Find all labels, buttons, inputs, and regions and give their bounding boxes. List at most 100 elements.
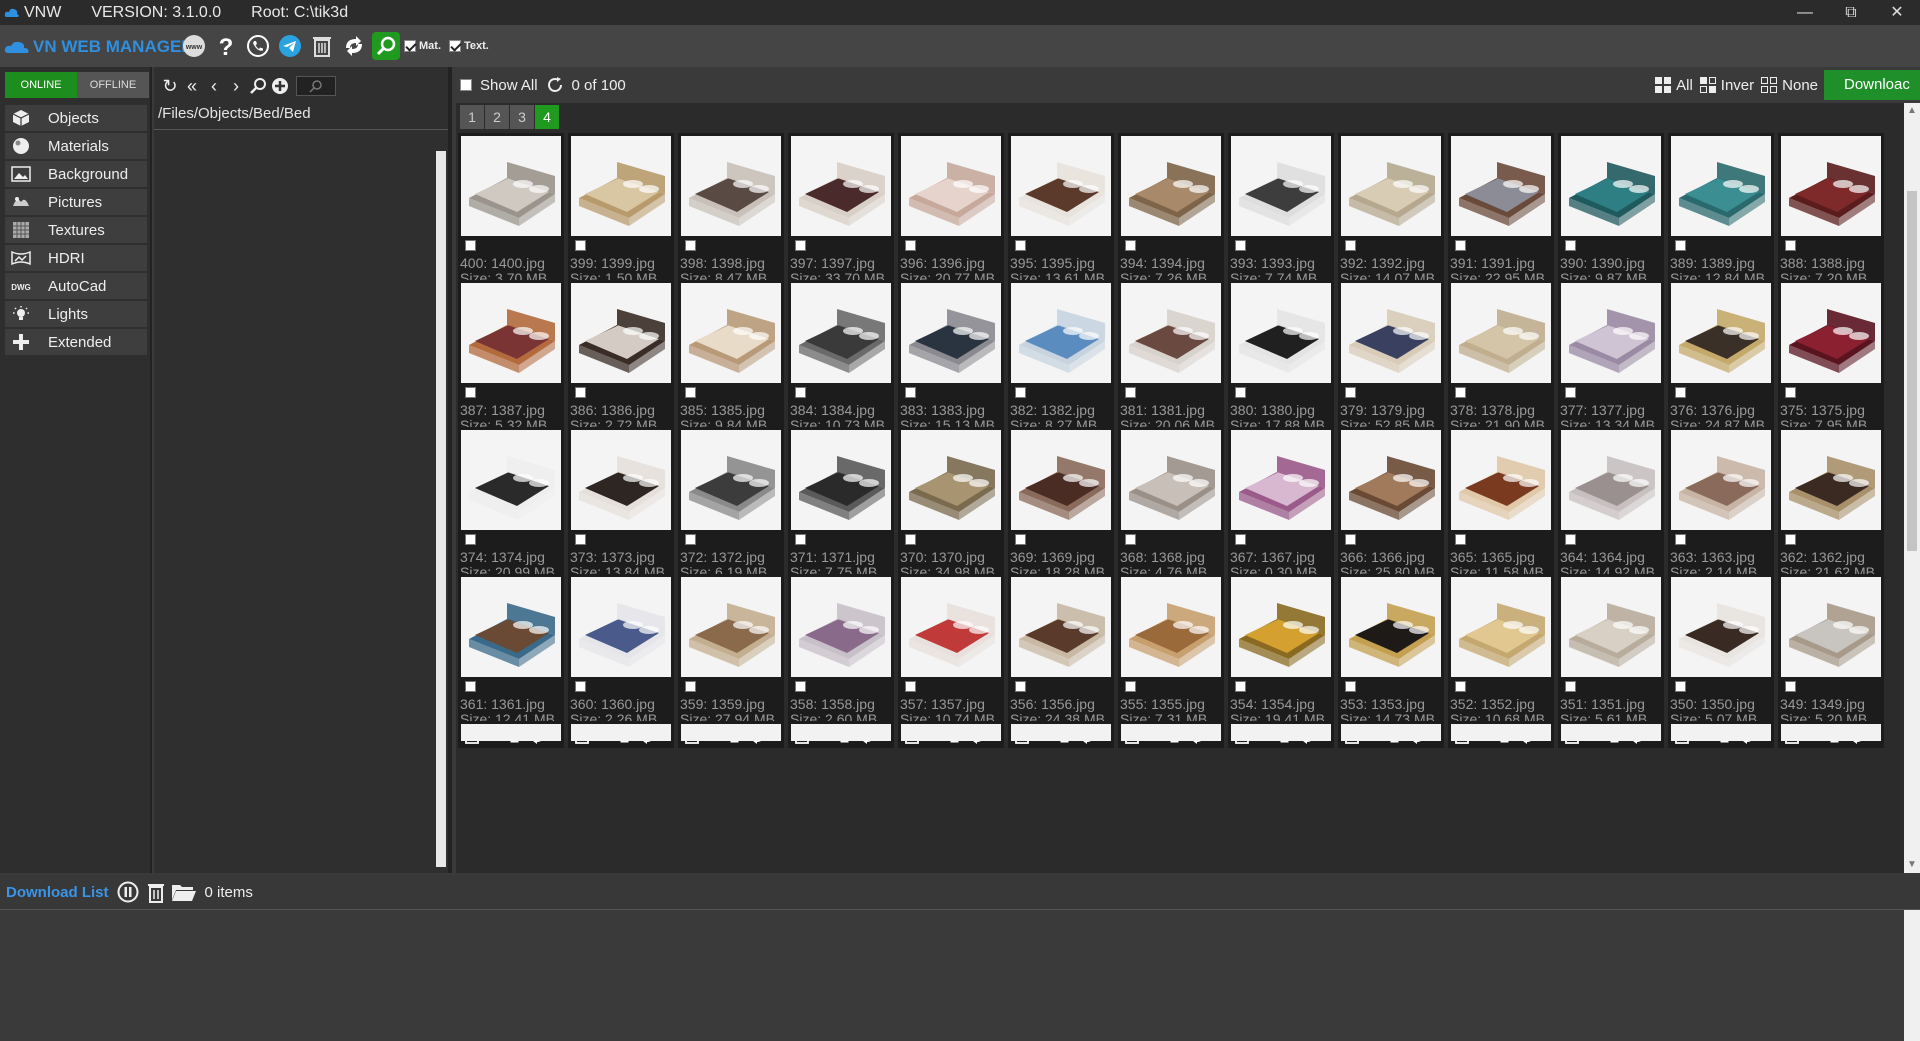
- search-icon[interactable]: [248, 75, 268, 97]
- asset-thumbnail[interactable]: [1011, 724, 1111, 741]
- asset-thumbnail[interactable]: [1671, 283, 1771, 383]
- asset-thumbnail[interactable]: [1451, 283, 1551, 383]
- asset-thumbnail[interactable]: [1121, 577, 1221, 677]
- asset-thumbnail[interactable]: [1231, 136, 1331, 236]
- asset-checkbox[interactable]: [1785, 534, 1796, 545]
- category-textures[interactable]: Textures: [5, 217, 147, 243]
- page-button[interactable]: 4: [535, 105, 559, 129]
- asset-checkbox[interactable]: [575, 534, 586, 545]
- restore-icon[interactable]: ⧉: [1828, 0, 1874, 25]
- asset-thumbnail[interactable]: [1781, 283, 1881, 383]
- asset-thumbnail[interactable]: [1781, 430, 1881, 530]
- asset-thumbnail[interactable]: [901, 283, 1001, 383]
- asset-checkbox[interactable]: [1015, 240, 1026, 251]
- asset-thumbnail[interactable]: [571, 577, 671, 677]
- category-materials[interactable]: Materials: [5, 133, 147, 159]
- path-scrollbar[interactable]: [436, 151, 446, 867]
- asset-tile-partial[interactable]: [1448, 721, 1554, 741]
- asset-thumbnail[interactable]: [1671, 430, 1771, 530]
- mat-checkbox[interactable]: [404, 40, 416, 52]
- asset-checkbox[interactable]: [1675, 387, 1686, 398]
- asset-thumbnail[interactable]: [461, 430, 561, 530]
- select-none-button[interactable]: None: [1760, 76, 1818, 94]
- category-pictures[interactable]: Pictures: [5, 189, 147, 215]
- close-icon[interactable]: ✕: [1874, 0, 1920, 25]
- asset-checkbox[interactable]: [1125, 534, 1136, 545]
- asset-tile-partial[interactable]: [678, 721, 784, 741]
- asset-tile-partial[interactable]: [898, 721, 1004, 741]
- asset-checkbox[interactable]: [905, 681, 916, 692]
- asset-thumbnail[interactable]: [1231, 724, 1331, 741]
- asset-thumbnail[interactable]: [571, 724, 671, 741]
- asset-thumbnail[interactable]: [1341, 430, 1441, 530]
- select-all-button[interactable]: All: [1654, 76, 1693, 94]
- asset-thumbnail[interactable]: [901, 724, 1001, 741]
- category-background[interactable]: Background: [5, 161, 147, 187]
- asset-thumbnail[interactable]: [1561, 577, 1661, 677]
- asset-thumbnail[interactable]: [901, 577, 1001, 677]
- asset-thumbnail[interactable]: [1121, 724, 1221, 741]
- show-all-toggle[interactable]: Show All: [460, 77, 538, 94]
- asset-thumbnail[interactable]: [1781, 724, 1881, 741]
- reload-icon[interactable]: [546, 76, 564, 94]
- asset-checkbox[interactable]: [1235, 534, 1246, 545]
- scroll-down-icon[interactable]: ▼: [1907, 859, 1917, 870]
- asset-tile-partial[interactable]: [1558, 721, 1664, 741]
- asset-thumbnail[interactable]: [461, 724, 561, 741]
- minimize-icon[interactable]: —: [1782, 0, 1828, 25]
- category-hdri[interactable]: HDRI: [5, 245, 147, 271]
- phone-icon[interactable]: [244, 32, 272, 60]
- grid-scrollbar[interactable]: ▲ ▼: [1904, 103, 1920, 873]
- asset-thumbnail[interactable]: [791, 430, 891, 530]
- asset-tile-partial[interactable]: [458, 721, 564, 741]
- show-all-checkbox[interactable]: [460, 79, 472, 91]
- asset-tile-partial[interactable]: [788, 721, 894, 741]
- help-icon[interactable]: ?: [212, 32, 240, 60]
- asset-checkbox[interactable]: [1235, 387, 1246, 398]
- asset-thumbnail[interactable]: [1231, 283, 1331, 383]
- path-search-input[interactable]: [296, 76, 336, 96]
- double-back-icon[interactable]: «: [182, 75, 202, 97]
- asset-checkbox[interactable]: [1235, 240, 1246, 251]
- asset-thumbnail[interactable]: [1231, 577, 1331, 677]
- asset-thumbnail[interactable]: [1011, 136, 1111, 236]
- asset-thumbnail[interactable]: [1451, 430, 1551, 530]
- asset-checkbox[interactable]: [905, 534, 916, 545]
- asset-thumbnail[interactable]: [681, 724, 781, 741]
- asset-thumbnail[interactable]: [461, 136, 561, 236]
- asset-checkbox[interactable]: [1785, 681, 1796, 692]
- asset-thumbnail[interactable]: [1781, 577, 1881, 677]
- asset-checkbox[interactable]: [685, 240, 696, 251]
- category-autocad[interactable]: DWG AutoCad: [5, 273, 147, 299]
- asset-checkbox[interactable]: [685, 387, 696, 398]
- asset-checkbox[interactable]: [575, 387, 586, 398]
- asset-thumbnail[interactable]: [1011, 283, 1111, 383]
- page-button[interactable]: 3: [510, 105, 534, 129]
- asset-thumbnail[interactable]: [1121, 430, 1221, 530]
- asset-checkbox[interactable]: [1565, 681, 1576, 692]
- asset-checkbox[interactable]: [795, 387, 806, 398]
- asset-checkbox[interactable]: [1345, 387, 1356, 398]
- asset-thumbnail[interactable]: [1451, 724, 1551, 741]
- asset-tile-partial[interactable]: [568, 721, 674, 741]
- asset-checkbox[interactable]: [1125, 681, 1136, 692]
- page-button[interactable]: 2: [485, 105, 509, 129]
- asset-tile-partial[interactable]: [1118, 721, 1224, 741]
- download-list-scrollbar[interactable]: [1904, 910, 1920, 1041]
- asset-checkbox[interactable]: [1785, 240, 1796, 251]
- asset-checkbox[interactable]: [1345, 534, 1356, 545]
- asset-thumbnail[interactable]: [571, 430, 671, 530]
- asset-tile-partial[interactable]: [1338, 721, 1444, 741]
- mat-toggle[interactable]: Mat.: [404, 40, 441, 52]
- asset-thumbnail[interactable]: [1451, 136, 1551, 236]
- asset-checkbox[interactable]: [1675, 240, 1686, 251]
- asset-thumbnail[interactable]: [1451, 577, 1551, 677]
- asset-tile-partial[interactable]: [1778, 721, 1884, 741]
- asset-thumbnail[interactable]: [681, 577, 781, 677]
- asset-checkbox[interactable]: [1455, 681, 1466, 692]
- asset-checkbox[interactable]: [1015, 534, 1026, 545]
- asset-checkbox[interactable]: [1015, 681, 1026, 692]
- www-icon[interactable]: www: [180, 32, 208, 60]
- online-button[interactable]: ONLINE: [5, 72, 77, 98]
- category-objects[interactable]: Objects: [5, 105, 147, 131]
